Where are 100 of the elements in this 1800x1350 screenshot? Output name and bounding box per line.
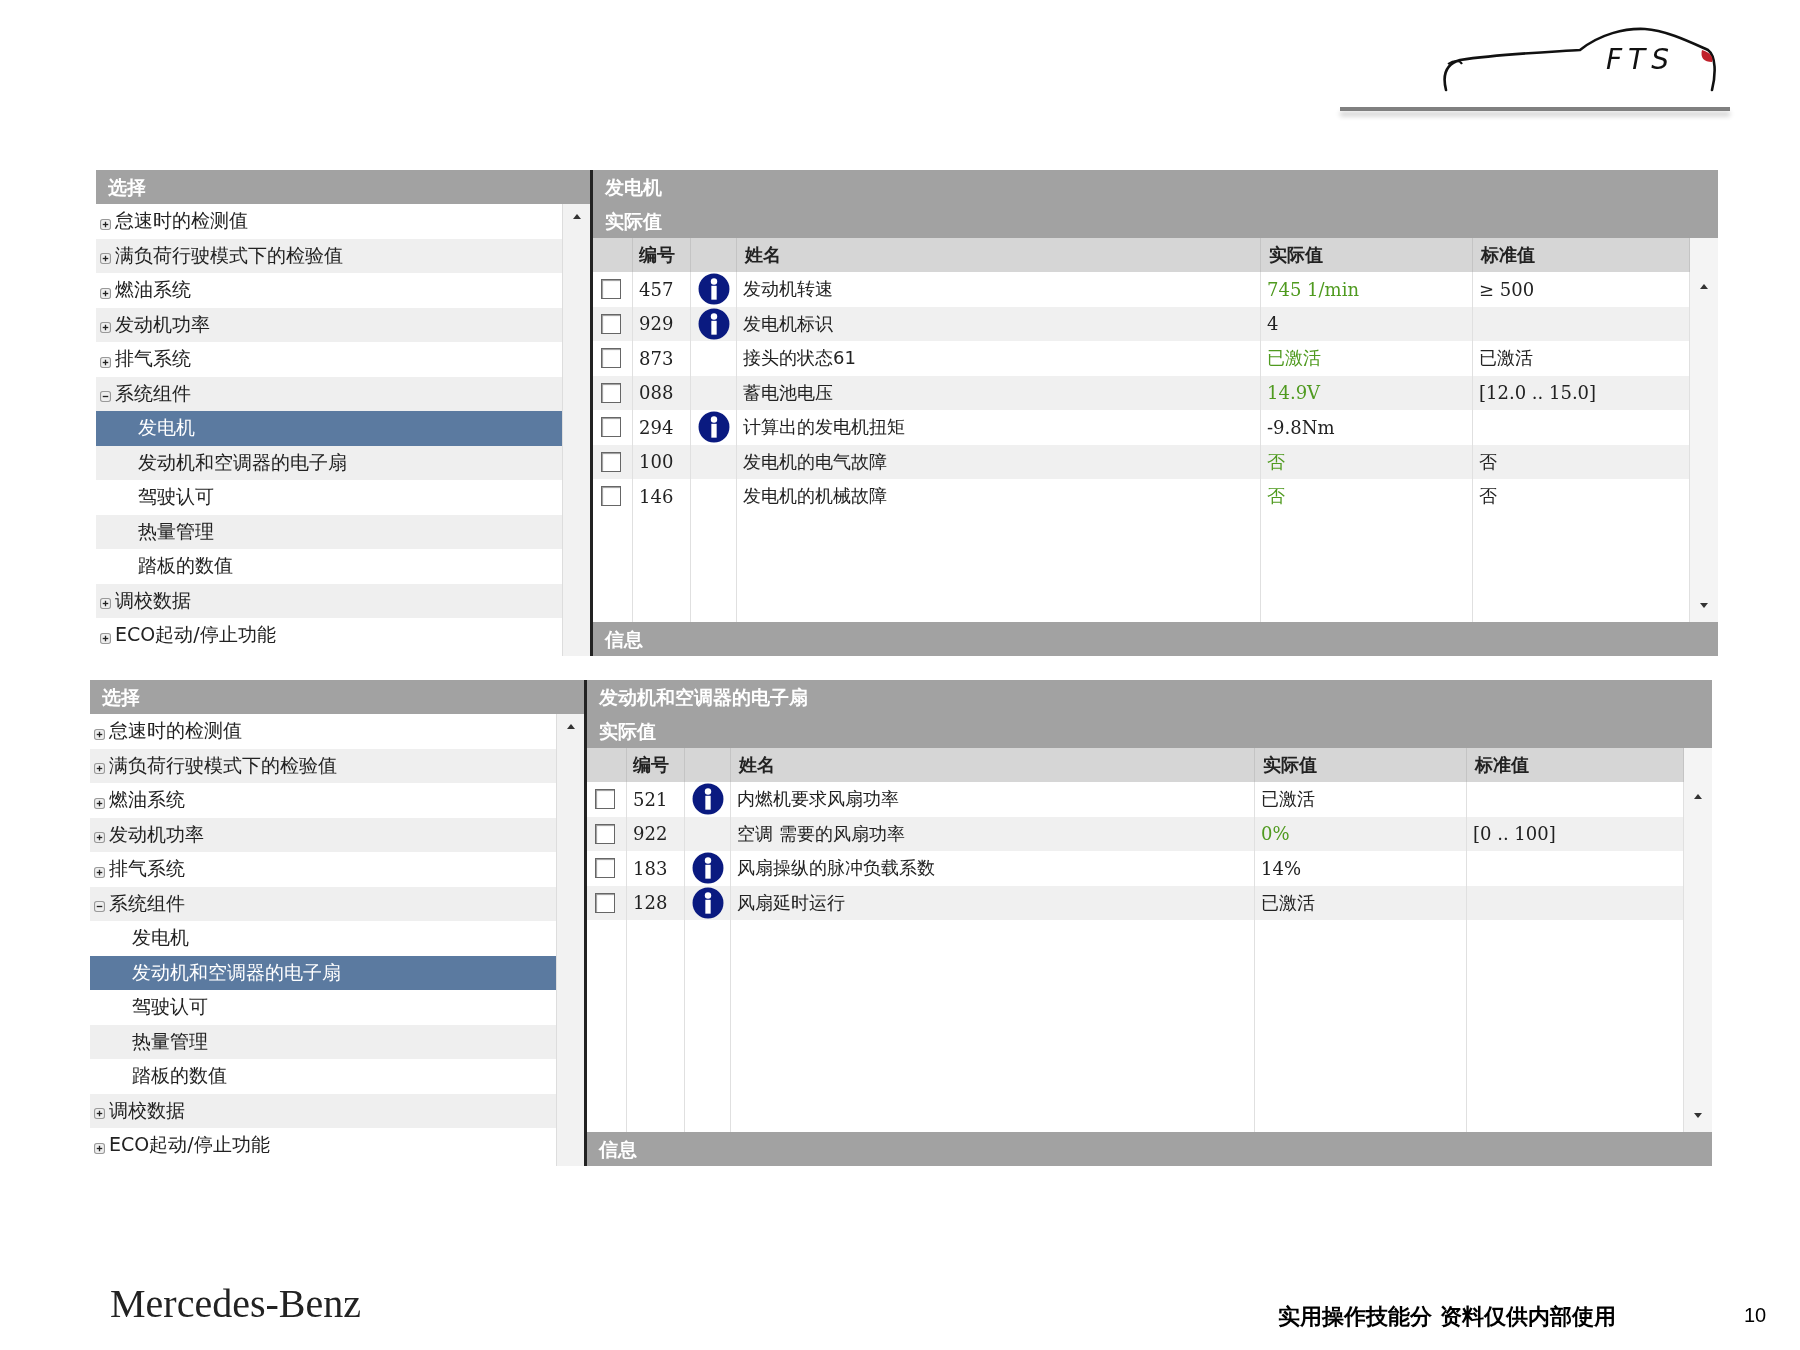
collapse-icon[interactable]: [94, 901, 105, 913]
scroll-up-icon[interactable]: [572, 214, 581, 219]
table-cell: 0%: [1261, 823, 1290, 845]
tree-item[interactable]: 发动机功率: [96, 307, 562, 342]
table-cell: 已激活: [1261, 890, 1315, 915]
expand-icon[interactable]: [100, 218, 111, 230]
checkbox[interactable]: [595, 858, 615, 879]
tree-header: 选择: [90, 680, 584, 714]
table-cell: 745 1/min: [1267, 278, 1359, 300]
info-icon[interactable]: [697, 273, 730, 306]
checkbox[interactable]: [601, 417, 621, 438]
detail-title: 发电机: [593, 170, 1718, 204]
scrollbar[interactable]: [556, 714, 584, 1166]
info-icon[interactable]: [691, 783, 724, 816]
info-icon[interactable]: [697, 411, 730, 444]
scrollbar[interactable]: [1684, 748, 1712, 1132]
table-cell: 否: [1267, 449, 1285, 474]
info-icon[interactable]: [697, 307, 730, 340]
checkbox[interactable]: [595, 789, 615, 810]
table-cell: 否: [1479, 449, 1497, 474]
checkbox[interactable]: [601, 451, 621, 472]
table-cell: 发动机转速: [743, 277, 833, 302]
page-number: 10: [1744, 1304, 1767, 1327]
table-cell: 已激活: [1261, 787, 1315, 812]
table-cell: 146: [639, 485, 674, 507]
table-cell: 14.9V: [1267, 382, 1321, 404]
table-cell: [0 .. 100]: [1473, 823, 1556, 845]
table-cell: 929: [639, 313, 674, 335]
tree-item[interactable]: 系统组件: [96, 376, 562, 411]
tree-header: 选择: [96, 170, 590, 204]
expand-icon[interactable]: [94, 866, 105, 878]
info-icon[interactable]: [691, 852, 724, 885]
table-cell: 空调 需要的风扇功率: [737, 821, 905, 846]
tree-item[interactable]: 满负荷行驶模式下的检验值: [90, 748, 556, 783]
scroll-down-icon[interactable]: [1694, 1113, 1702, 1118]
table-cell: 蓄电池电压: [743, 380, 833, 405]
section-title: 实际值: [593, 204, 1718, 238]
scroll-up-icon[interactable]: [1694, 794, 1702, 799]
expand-icon[interactable]: [94, 1108, 105, 1120]
table-cell: 否: [1479, 484, 1497, 509]
table-cell: 294: [639, 416, 674, 438]
table-cell: 128: [633, 892, 668, 914]
table-cell: [12.0 .. 15.0]: [1479, 382, 1597, 404]
tree-item[interactable]: 系统组件: [90, 886, 556, 921]
expand-icon[interactable]: [94, 763, 105, 775]
checkbox[interactable]: [601, 382, 621, 403]
table-cell: 发电机的电气故障: [743, 449, 887, 474]
table-cell: 457: [639, 278, 674, 300]
tree-item[interactable]: 调校数据: [96, 583, 562, 618]
table-cell: -9.8Nm: [1267, 416, 1335, 438]
table-cell: ≥ 500: [1479, 278, 1535, 300]
tree-item[interactable]: 热量管理: [90, 1024, 556, 1059]
expand-icon[interactable]: [100, 632, 111, 644]
collapse-icon[interactable]: [100, 391, 111, 403]
table-cell: 183: [633, 857, 668, 879]
expand-icon[interactable]: [100, 598, 111, 610]
tree-item[interactable]: 满负荷行驶模式下的检验值: [96, 238, 562, 273]
checkbox[interactable]: [601, 313, 621, 334]
scroll-up-icon[interactable]: [1700, 284, 1708, 289]
expand-icon[interactable]: [100, 356, 111, 368]
scrollbar[interactable]: [562, 204, 590, 656]
tree-item[interactable]: 热量管理: [96, 514, 562, 549]
checkbox[interactable]: [595, 823, 615, 844]
checkbox[interactable]: [601, 486, 621, 507]
tree-item[interactable]: 发动机和空调器的电子扇: [96, 445, 562, 480]
expand-icon[interactable]: [100, 322, 111, 334]
tree-item[interactable]: 发动机功率: [90, 817, 556, 852]
checkbox[interactable]: [595, 892, 615, 913]
info-bar: 信息: [593, 622, 1718, 656]
expand-icon[interactable]: [94, 832, 105, 844]
scroll-down-icon[interactable]: [1700, 603, 1708, 608]
checkbox[interactable]: [601, 279, 621, 300]
scroll-up-icon[interactable]: [566, 724, 575, 729]
tree-item[interactable]: 发电机: [96, 411, 562, 446]
table-cell: 否: [1267, 484, 1285, 509]
table-cell: 100: [639, 451, 674, 473]
expand-icon[interactable]: [100, 253, 111, 265]
table-cell: 521: [633, 788, 668, 810]
footer-note: 实用操作技能分 资料仅供内部使用: [1278, 1303, 1616, 1331]
table-cell: 已激活: [1267, 346, 1321, 371]
expand-icon[interactable]: [100, 287, 111, 299]
table-cell: 已激活: [1479, 346, 1533, 371]
brand-name: Mercedes-Benz: [110, 1280, 361, 1327]
table-cell: 风扇操纵的脉冲负载系数: [737, 856, 935, 881]
logo-text: FTS: [1606, 46, 1675, 74]
tree-item[interactable]: 调校数据: [90, 1093, 556, 1128]
table-cell: 873: [639, 347, 674, 369]
info-bar: 信息: [587, 1132, 1712, 1166]
detail-title: 发动机和空调器的电子扇: [587, 680, 1712, 714]
table-cell: 计算出的发电机扭矩: [743, 415, 905, 440]
tree-item[interactable]: 发动机和空调器的电子扇: [90, 955, 556, 990]
table-cell: 922: [633, 823, 668, 845]
expand-icon[interactable]: [94, 728, 105, 740]
info-icon[interactable]: [691, 886, 724, 919]
expand-icon[interactable]: [94, 797, 105, 809]
expand-icon[interactable]: [94, 1142, 105, 1154]
table-cell: 内燃机要求风扇功率: [737, 787, 899, 812]
checkbox[interactable]: [601, 348, 621, 369]
scrollbar[interactable]: [1690, 238, 1718, 622]
table-cell: 接头的状态61: [743, 346, 856, 371]
